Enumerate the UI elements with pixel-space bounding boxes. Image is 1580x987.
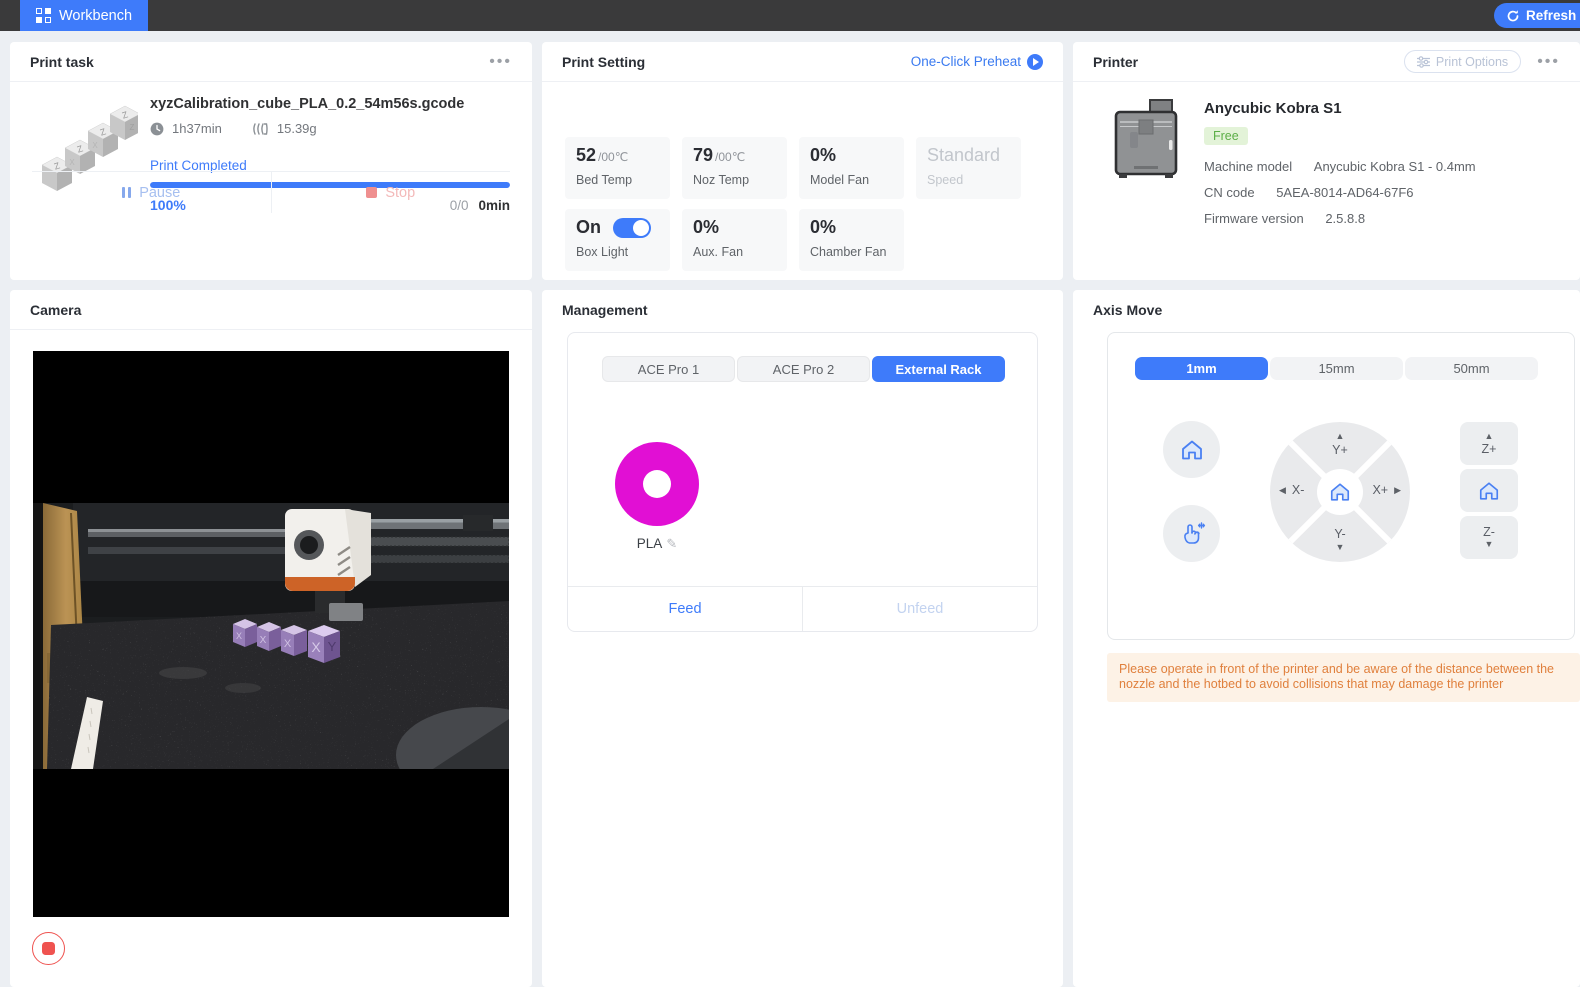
box-light-tile[interactable]: On Box Light bbox=[565, 209, 670, 271]
move-z-minus-button[interactable]: Z- ▼ bbox=[1460, 516, 1518, 559]
cn-code-label: CN code bbox=[1204, 185, 1255, 200]
unfeed-button[interactable]: Unfeed bbox=[803, 587, 1037, 631]
filament-spool[interactable] bbox=[615, 442, 699, 526]
record-stop-button[interactable] bbox=[32, 932, 65, 965]
firmware-value: 2.5.8.8 bbox=[1325, 211, 1365, 226]
firmware-label: Firmware version bbox=[1204, 211, 1304, 226]
axis-move-title: Axis Move bbox=[1093, 302, 1162, 318]
nozzle-temp-tile[interactable]: 79/00℃ Noz Temp bbox=[682, 137, 787, 199]
move-y-minus-button[interactable]: Y- ▼ bbox=[1270, 528, 1410, 553]
print-task-more-button[interactable]: ••• bbox=[489, 57, 512, 67]
stop-icon bbox=[366, 187, 377, 198]
home-z-button[interactable] bbox=[1460, 469, 1518, 512]
svg-text:X: X bbox=[284, 638, 292, 650]
machine-model-value: Anycubic Kobra S1 - 0.4mm bbox=[1314, 159, 1476, 174]
svg-text:Y: Y bbox=[328, 639, 337, 654]
distance-50mm-button[interactable]: 50mm bbox=[1405, 357, 1538, 380]
play-icon bbox=[1027, 54, 1043, 70]
print-setting-card: Print Setting One-Click Preheat 52/00℃ B… bbox=[542, 42, 1063, 280]
filament-panel: ACE Pro 1 ACE Pro 2 External Rack PLA✎ F… bbox=[567, 332, 1038, 632]
up-arrow-icon: ▲ bbox=[1336, 432, 1345, 441]
svg-text:X: X bbox=[260, 635, 267, 646]
home-icon bbox=[1477, 480, 1501, 502]
home-xy-button[interactable] bbox=[1317, 469, 1363, 515]
distance-1mm-button[interactable]: 1mm bbox=[1135, 357, 1268, 380]
chamber-fan-tile[interactable]: 0% Chamber Fan bbox=[799, 209, 904, 271]
box-light-toggle[interactable] bbox=[613, 218, 651, 238]
printer-title: Printer bbox=[1093, 54, 1138, 70]
machine-model-label: Machine model bbox=[1204, 159, 1292, 174]
print-duration: 1h37min bbox=[172, 121, 222, 136]
filament-weight-icon bbox=[252, 122, 269, 136]
axis-control-panel: 1mm 15mm 50mm bbox=[1107, 332, 1575, 640]
svg-text:X: X bbox=[311, 639, 321, 655]
stop-button[interactable]: Stop bbox=[272, 172, 511, 213]
camera-card: Camera bbox=[10, 290, 532, 987]
camera-title: Camera bbox=[30, 302, 81, 318]
svg-text:X: X bbox=[69, 158, 75, 167]
refresh-icon bbox=[1506, 9, 1520, 23]
xy-dpad: ▲ Y+ Y- ▼ ◀ X- X+ ▶ bbox=[1270, 422, 1410, 562]
print-task-title: Print task bbox=[30, 54, 94, 70]
workbench-page: Workbench Refresh Print task ••• bbox=[0, 0, 1580, 987]
pause-icon bbox=[122, 187, 131, 198]
distance-15mm-button[interactable]: 15mm bbox=[1270, 357, 1403, 380]
print-filename: xyzCalibration_cube_PLA_0.2_54m56s.gcode bbox=[150, 96, 510, 112]
speed-tile: Standard Speed bbox=[916, 137, 1021, 199]
move-z-plus-button[interactable]: ▲ Z+ bbox=[1460, 422, 1518, 465]
cn-code-value: 5AEA-8014-AD64-67F6 bbox=[1276, 185, 1413, 200]
move-y-plus-button[interactable]: ▲ Y+ bbox=[1270, 432, 1410, 457]
up-arrow-icon: ▲ bbox=[1485, 432, 1494, 441]
printer-name: Anycubic Kobra S1 bbox=[1204, 100, 1580, 117]
right-arrow-icon: ▶ bbox=[1394, 486, 1401, 495]
tab-external-rack[interactable]: External Rack bbox=[872, 356, 1005, 382]
spool-material-label: PLA bbox=[637, 536, 663, 551]
top-bar: Workbench Refresh bbox=[0, 0, 1580, 31]
record-square-icon bbox=[42, 942, 55, 955]
move-x-minus-button[interactable]: ◀ X- bbox=[1279, 484, 1304, 497]
management-card: Management ACE Pro 1 ACE Pro 2 External … bbox=[542, 290, 1063, 987]
tab-ace-pro-2[interactable]: ACE Pro 2 bbox=[737, 356, 870, 382]
tab-workbench[interactable]: Workbench bbox=[20, 0, 148, 31]
workbench-label: Workbench bbox=[59, 8, 132, 24]
left-arrow-icon: ◀ bbox=[1279, 486, 1286, 495]
hand-move-icon bbox=[1178, 520, 1206, 548]
bed-temp-tile[interactable]: 52/00℃ Bed Temp bbox=[565, 137, 670, 199]
printer-card: Printer Print Options ••• bbox=[1073, 42, 1580, 280]
feed-button[interactable]: Feed bbox=[568, 587, 802, 631]
clock-icon bbox=[150, 122, 164, 136]
print-setting-title: Print Setting bbox=[562, 54, 645, 70]
model-fan-tile[interactable]: 0% Model Fan bbox=[799, 137, 904, 199]
printer-status-badge: Free bbox=[1204, 127, 1248, 145]
print-task-card: Print task ••• Z bbox=[10, 42, 532, 280]
management-title: Management bbox=[562, 302, 648, 318]
axis-move-card: Axis Move 1mm 15mm 50mm bbox=[1073, 290, 1580, 987]
print-weight: 15.39g bbox=[277, 121, 317, 136]
axis-move-warning: Please operate in front of the printer a… bbox=[1107, 653, 1580, 702]
home-icon bbox=[1328, 481, 1352, 503]
pause-button[interactable]: Pause bbox=[32, 172, 271, 213]
printer-more-button[interactable]: ••• bbox=[1537, 57, 1560, 67]
camera-video-feed: X X X bbox=[33, 351, 509, 917]
svg-text:X: X bbox=[236, 631, 242, 641]
svg-text:Z: Z bbox=[130, 123, 135, 132]
edit-spool-icon[interactable]: ✎ bbox=[666, 536, 677, 551]
down-arrow-icon: ▼ bbox=[1485, 540, 1494, 549]
aux-fan-tile[interactable]: 0% Aux. Fan bbox=[682, 209, 787, 271]
svg-text:X: X bbox=[92, 141, 98, 150]
workbench-grid-icon bbox=[36, 8, 51, 23]
refresh-label: Refresh bbox=[1526, 8, 1576, 23]
one-click-preheat-button[interactable]: One-Click Preheat bbox=[911, 54, 1043, 70]
down-arrow-icon: ▼ bbox=[1336, 543, 1345, 552]
camera-scene: X X X bbox=[33, 503, 509, 769]
home-icon bbox=[1179, 438, 1205, 462]
move-x-plus-button[interactable]: X+ ▶ bbox=[1372, 484, 1401, 497]
tab-ace-pro-1[interactable]: ACE Pro 1 bbox=[602, 356, 735, 382]
printer-image bbox=[1112, 98, 1182, 182]
refresh-button[interactable]: Refresh bbox=[1494, 3, 1580, 28]
sliders-icon bbox=[1417, 56, 1430, 68]
print-options-button[interactable]: Print Options bbox=[1404, 50, 1521, 73]
manual-move-button[interactable] bbox=[1163, 505, 1220, 562]
home-all-button[interactable] bbox=[1163, 421, 1220, 478]
